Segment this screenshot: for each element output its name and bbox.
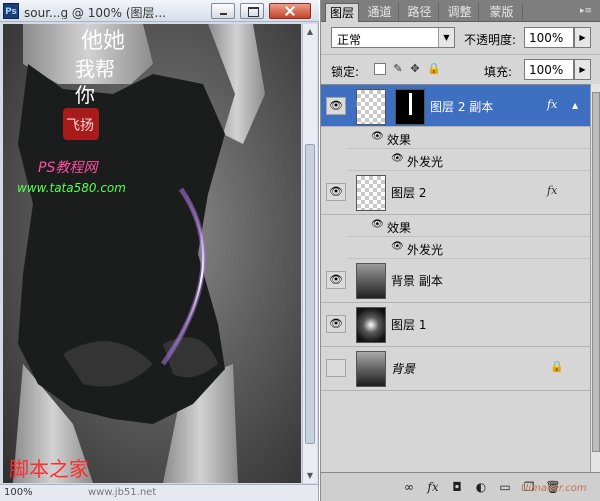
document-canvas[interactable]: 他 她 我 帮 你 飞扬 PS教程网 www.tata580.com 脚本之家 [3, 24, 301, 483]
document-title-bar[interactable]: Ps sour...g @ 100% (图层... [0, 0, 319, 22]
seal-text: 飞扬 [66, 118, 94, 134]
layer-name[interactable]: 背景 副本 [391, 272, 443, 289]
close-button[interactable] [269, 3, 311, 19]
status-site-url: www.jb51.net [88, 487, 157, 498]
opacity-slider-arrow-icon[interactable]: ▶ [574, 27, 591, 48]
site-url: www.tata580.com [17, 181, 126, 195]
calligraphy-char: 他 [81, 29, 103, 54]
visibility-eye-icon[interactable]: 👁 [326, 183, 346, 201]
photoshop-app-icon: Ps [3, 3, 19, 19]
new-group-icon[interactable]: ▭ [497, 479, 513, 495]
mask-stroke [409, 93, 412, 115]
layer-thumbnail[interactable] [356, 351, 386, 387]
panel-menu-icon[interactable]: ▸≡ [579, 5, 593, 17]
calligraphy-char: 帮 [95, 57, 115, 81]
visibility-toggle-empty[interactable] [326, 359, 346, 377]
tab-layers[interactable]: 图层 [325, 3, 359, 22]
layer-row[interactable]: 背景 🔒 [321, 347, 590, 391]
fill-field[interactable]: 100% [524, 59, 574, 80]
document-status-bar: 100% www.jb51.net [0, 484, 318, 501]
layers-panel: 图层 通道 路径 调整 蒙版 ▸≡ 正常 ▼ 不透明度: 100% ▶ 锁定: … [320, 0, 600, 501]
scrollbar-thumb[interactable] [305, 144, 315, 444]
layer-name[interactable]: 背景 [391, 360, 415, 377]
scroll-down-arrow-icon[interactable]: ▼ [304, 469, 316, 482]
calligraphy-char: 她 [103, 29, 125, 54]
calligraphy-char: 你 [75, 83, 95, 107]
layer-thumbnail[interactable] [356, 307, 386, 343]
lock-row: 锁定: ✎ ✥ 🔒 填充: 100% ▶ [321, 54, 600, 84]
document-window: Ps sour...g @ 100% (图层... 他 她 我 帮 你 飞扬 P… [0, 0, 319, 501]
minimize-button[interactable] [211, 3, 235, 19]
layer-row[interactable]: 👁 背景 副本 [321, 259, 590, 303]
layer-name[interactable]: 图层 2 副本 [430, 98, 493, 115]
tab-channels[interactable]: 通道 [361, 3, 399, 22]
fill-slider-arrow-icon[interactable]: ▶ [574, 59, 591, 80]
opacity-value: 100% [529, 31, 564, 45]
effects-label: 效果 [387, 133, 412, 147]
layer-row[interactable]: 👁 图层 2 fx [321, 171, 590, 215]
brand-watermark: 脚本之家 [9, 457, 89, 481]
layers-scrollbar[interactable] [590, 84, 600, 472]
lock-icon: 🔒 [550, 360, 564, 373]
layer-thumbnail[interactable] [356, 263, 386, 299]
footer-watermark: Uimaker.com [521, 483, 587, 494]
zoom-level[interactable]: 100% [4, 487, 33, 498]
fill-label: 填充: [484, 65, 513, 79]
add-mask-icon[interactable]: ◘ [449, 479, 465, 495]
effect-row-outer-glow[interactable]: 👁 外发光 [347, 237, 590, 259]
chevron-down-icon[interactable]: ▼ [438, 28, 454, 47]
layer-fx-icon[interactable]: fx [547, 98, 557, 111]
blend-mode-select[interactable]: 正常 ▼ [331, 27, 455, 48]
canvas-artwork: 他 她 我 帮 你 飞扬 PS教程网 www.tata580.com 脚本之家 [9, 24, 265, 483]
blend-mode-value: 正常 [337, 33, 362, 47]
layer-fx-icon[interactable]: fx [547, 184, 557, 197]
effects-row[interactable]: 👁 效果 [347, 127, 590, 149]
layer-mask-thumbnail[interactable] [395, 89, 425, 125]
effect-eye-icon[interactable]: 👁 [391, 241, 404, 252]
effects-eye-icon[interactable]: 👁 [371, 219, 384, 230]
effect-row-outer-glow[interactable]: 👁 外发光 [347, 149, 590, 171]
fill-value: 100% [529, 63, 564, 77]
tab-adjustments[interactable]: 调整 [441, 3, 479, 22]
site-label: PS教程网 [38, 160, 99, 176]
visibility-eye-icon[interactable]: 👁 [326, 97, 346, 115]
layer-name[interactable]: 图层 2 [391, 184, 426, 201]
mouse-pointer-icon: ☝ [355, 95, 364, 111]
lock-transparent-pixels-icon[interactable] [374, 63, 386, 75]
document-vertical-scrollbar[interactable]: ▲ ▼ [302, 24, 317, 483]
layers-list: 👁 图层 2 副本 fx ▲ 👁 效果 👁 外发光 👁 图层 2 fx 👁 效果 [321, 84, 590, 472]
scroll-up-arrow-icon[interactable]: ▲ [304, 25, 316, 38]
lock-position-icon[interactable]: ✥ [409, 63, 421, 75]
effects-row[interactable]: 👁 效果 [347, 215, 590, 237]
layer-name[interactable]: 图层 1 [391, 316, 426, 333]
tab-masks[interactable]: 蒙版 [481, 3, 523, 22]
opacity-label: 不透明度: [464, 33, 517, 47]
link-layers-icon[interactable]: ∞ [401, 479, 417, 495]
adjustment-layer-icon[interactable]: ◐ [473, 479, 489, 495]
visibility-eye-icon[interactable]: 👁 [326, 315, 346, 333]
maximize-button[interactable] [240, 3, 264, 19]
effect-eye-icon[interactable]: 👁 [391, 153, 404, 164]
calligraphy-char: 我 [75, 57, 95, 81]
effect-name: 外发光 [407, 155, 444, 169]
effect-name: 外发光 [407, 243, 444, 257]
lock-image-pixels-icon[interactable]: ✎ [392, 63, 404, 75]
lock-label: 锁定: [331, 65, 360, 79]
expand-effects-arrow-icon[interactable]: ▲ [572, 101, 578, 110]
document-title: sour...g @ 100% (图层... [24, 6, 166, 19]
lock-all-icon[interactable]: 🔒 [427, 63, 441, 75]
effects-eye-icon[interactable]: 👁 [371, 131, 384, 142]
layer-row[interactable]: 👁 图层 1 [321, 303, 590, 347]
effects-label: 效果 [387, 221, 412, 235]
layers-scrollbar-thumb[interactable] [592, 92, 600, 452]
opacity-field[interactable]: 100% [524, 27, 574, 48]
visibility-eye-icon[interactable]: 👁 [326, 271, 346, 289]
panel-tab-bar: 图层 通道 路径 调整 蒙版 ▸≡ [321, 0, 600, 22]
layer-thumbnail[interactable] [356, 175, 386, 211]
tab-paths[interactable]: 路径 [401, 3, 439, 22]
layer-style-icon[interactable]: fx [425, 479, 441, 495]
